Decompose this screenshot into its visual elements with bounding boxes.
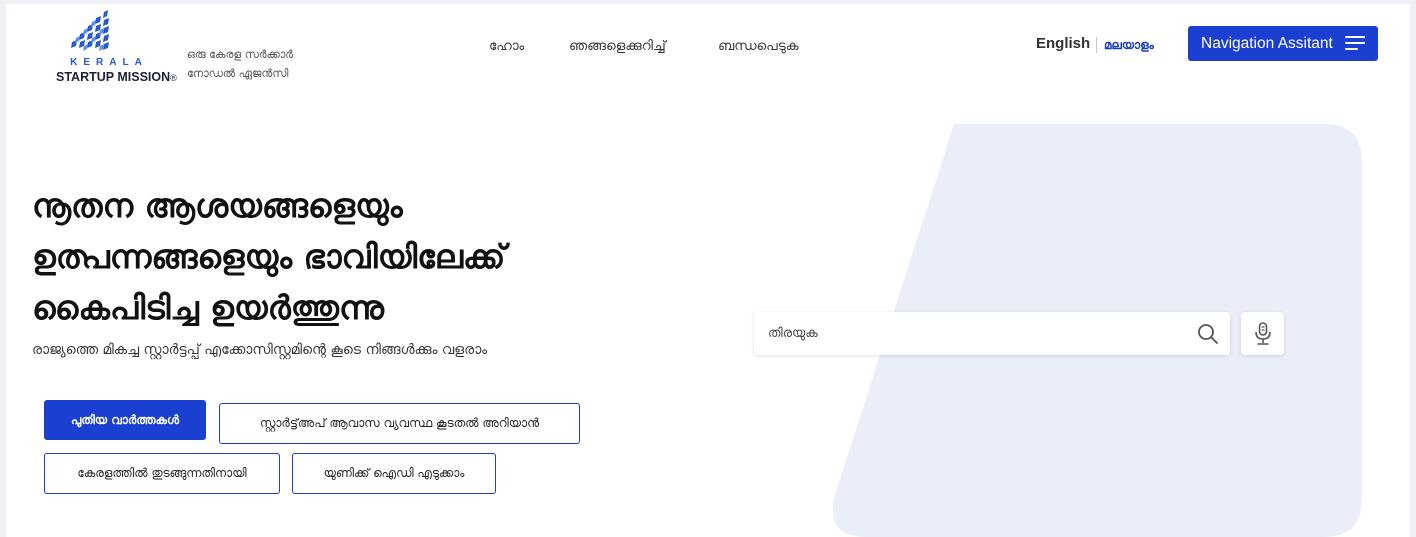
menu-icon: [1345, 36, 1365, 51]
navigation-assistant-button[interactable]: Navigation Assitant: [1188, 26, 1378, 61]
logo-reg-mark: ®: [170, 73, 177, 83]
voice-search-button[interactable]: [1241, 312, 1284, 355]
hero-title-line1: നൂതന ആശയങ്ങളെയും: [32, 186, 403, 225]
logo-name-text: STARTUP MISSION: [56, 70, 171, 84]
page: KERALA STARTUP MISSION® ഒരു കേരള സർക്കാർ…: [6, 4, 1410, 537]
get-unique-id-button[interactable]: യുണിക്ക് ഐഡി എടുക്കാം: [292, 453, 496, 494]
logo-kerala-text: KERALA: [70, 57, 148, 68]
search-icon[interactable]: [1186, 312, 1230, 355]
hero-subtitle: രാജ്യത്തെ മികച്ച സ്റ്റാർട്ടപ്പ് എക്കോസിസ…: [32, 342, 488, 358]
search-box: [754, 312, 1230, 355]
search-input[interactable]: [754, 312, 1186, 355]
nav-item-contact[interactable]: ബന്ധപെടുക: [718, 38, 799, 54]
lang-divider: [1096, 37, 1097, 53]
hero-title-line2: ഉത്പന്നങ്ങളെയും ഭാവിയിലേക്ക്: [32, 237, 506, 276]
ksm-logo[interactable]: KERALA STARTUP MISSION®: [56, 10, 177, 84]
latest-news-button[interactable]: പുതിയ വാർത്തകൾ: [44, 400, 206, 440]
logo-grid-mark: [71, 10, 109, 51]
nav-item-about[interactable]: ഞങ്ങളെക്കുറിച്ച്: [569, 38, 666, 54]
start-in-kerala-button[interactable]: കേരളത്തിൽ തുടങ്ങുന്നതിനായി: [44, 453, 280, 494]
lang-malayalam-link[interactable]: മലയാളം: [1104, 38, 1154, 53]
startup-ecosystem-button[interactable]: സ്റ്റാർട്ട്അപ് ആവാസ വ്യവസ്ഥ കൂടതൽ അറിയാൻ: [219, 403, 580, 444]
tagline: ഒരു കേരള സർക്കാർ നോഡൽ ഏജൻസി: [187, 45, 293, 83]
nav-item-home[interactable]: ഹോം: [489, 38, 524, 54]
tagline-line2: നോഡൽ ഏജൻസി: [187, 67, 289, 80]
logo-name: STARTUP MISSION®: [56, 70, 177, 84]
hero-title: നൂതന ആശയങ്ങളെയും ഉത്പന്നങ്ങളെയും ഭാവിയില…: [32, 180, 672, 333]
navigation-assistant-label: Navigation Assitant: [1201, 34, 1333, 52]
lang-english-link[interactable]: English: [1036, 35, 1090, 52]
microphone-icon: [1254, 321, 1271, 345]
tagline-line1: ഒരു കേരള സർക്കാർ: [187, 48, 293, 61]
hero-title-line3: കൈപിടിച്ച ഉയർത്തുന്നു: [32, 288, 384, 327]
